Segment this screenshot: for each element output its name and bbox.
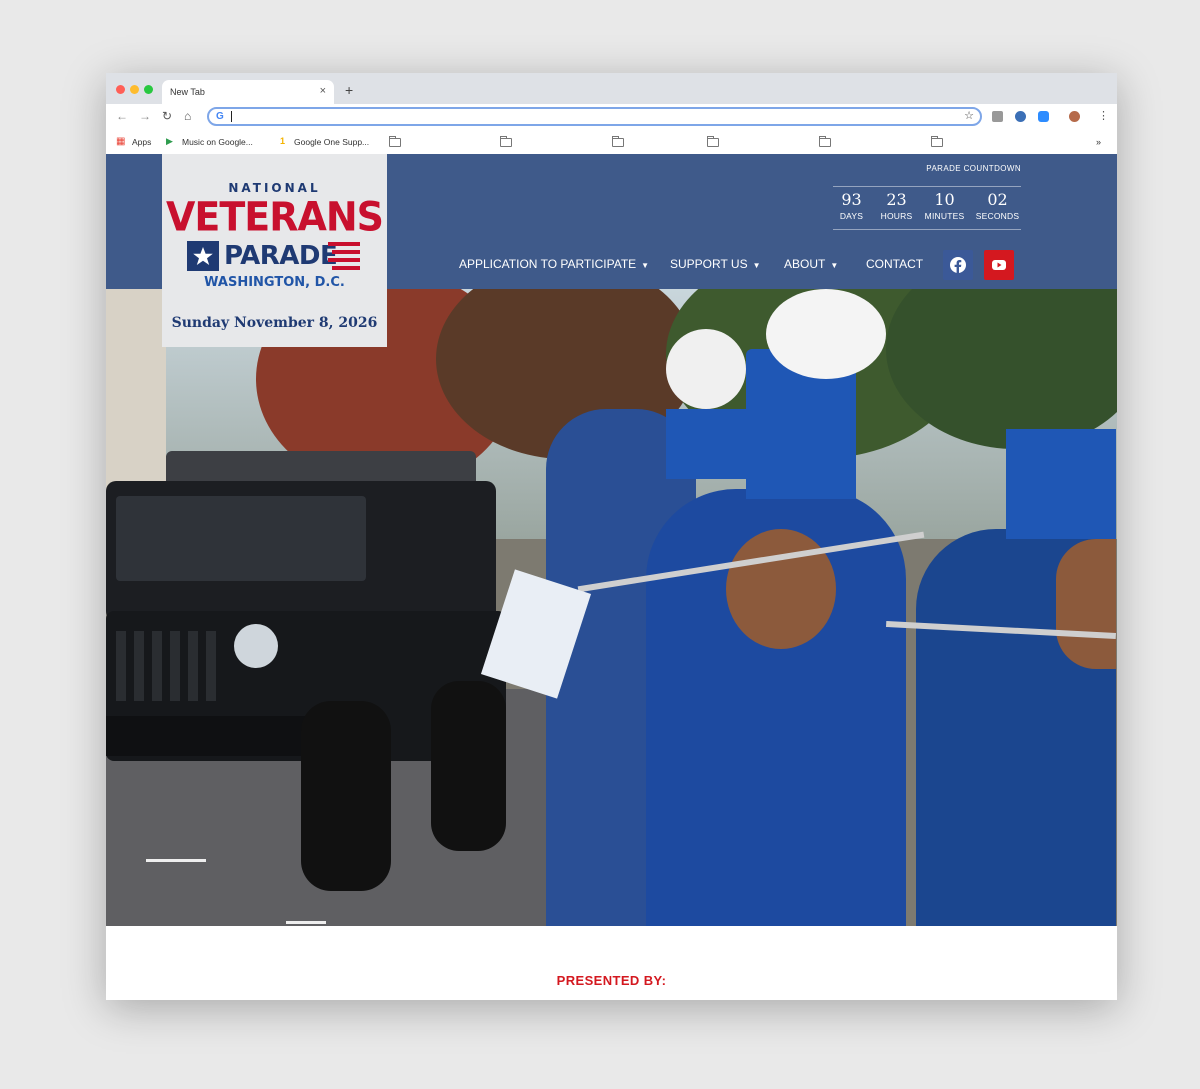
nav-contact[interactable]: CONTACT (866, 257, 923, 271)
caret-down-icon: ▼ (752, 261, 761, 270)
browser-window: New Tab × + ← → ↻ ⌂ G ☆ ⋮ ▦ Apps ▶ Music… (106, 73, 1117, 1000)
countdown-days: 93 DAYS (828, 187, 875, 221)
google-icon: G (216, 111, 224, 122)
bookmark-folder-icon[interactable] (931, 136, 943, 147)
browser-toolbar: ← → ↻ ⌂ G ☆ ⋮ (106, 104, 1117, 131)
logo-parade: PARADE (224, 241, 338, 271)
bookmark-folder-icon[interactable] (389, 136, 401, 147)
nav-application-to-participate[interactable]: APPLICATION TO PARTICIPATE ▼ (459, 257, 649, 271)
nav-about[interactable]: ABOUT ▼ (784, 257, 838, 271)
nav-label: CONTACT (866, 257, 924, 271)
google-one-icon: 1 (280, 136, 286, 146)
profile-avatar[interactable] (1069, 111, 1080, 122)
shako-hat (1006, 429, 1116, 539)
bookmark-star-icon[interactable]: ☆ (964, 109, 974, 122)
logo-veterans: VETERANS (165, 193, 384, 241)
back-icon[interactable]: ← (116, 109, 128, 123)
play-music-icon: ▶ (166, 136, 173, 146)
logo-location: WASHINGTON, D.C. (204, 275, 345, 290)
youtube-icon[interactable] (984, 250, 1014, 280)
caret-down-icon: ▼ (641, 261, 650, 270)
caret-down-icon: ▼ (830, 261, 839, 270)
menu-kebab-icon[interactable]: ⋮ (1098, 109, 1109, 122)
nav-label: ABOUT (784, 257, 826, 271)
bookmark-folder-icon[interactable] (500, 136, 512, 147)
close-window-button[interactable] (116, 85, 125, 94)
countdown-title: PARADE COUNTDOWN (926, 164, 1021, 173)
countdown-minutes: 10 MINUTES (921, 187, 968, 221)
nav-label: APPLICATION TO PARTICIPATE (459, 257, 637, 271)
bookmark-folder-icon[interactable] (819, 136, 831, 147)
countdown-seconds-label: SECONDS (975, 211, 1020, 221)
band-member-face (1056, 539, 1116, 669)
countdown-minutes-label: MINUTES (924, 211, 965, 221)
nav-label: SUPPORT US (670, 257, 748, 271)
minimize-window-button[interactable] (130, 85, 139, 94)
site-logo[interactable]: NATIONAL VETERANS PARADE WASHINGTON, D.C… (162, 154, 387, 347)
bookmark-google-one[interactable]: Google One Supp... (294, 137, 369, 147)
maximize-window-button[interactable] (144, 85, 153, 94)
countdown-days-value: 93 (841, 190, 862, 209)
parade-date: Sunday November 8, 2026 (171, 315, 378, 331)
countdown-seconds: 02 SECONDS (974, 187, 1021, 221)
reload-icon[interactable]: ↻ (162, 109, 172, 123)
facebook-icon[interactable] (943, 250, 973, 280)
bookmark-folder-icon[interactable] (612, 136, 624, 147)
logo-national: NATIONAL (228, 181, 321, 195)
bookmark-music[interactable]: Music on Google... (182, 137, 253, 147)
camera-extension-icon[interactable] (992, 111, 1003, 122)
countdown-seconds-value: 02 (987, 190, 1008, 209)
address-bar[interactable]: G ☆ (207, 107, 982, 126)
shako-hat (666, 409, 746, 479)
star-icon (187, 241, 219, 271)
countdown-hours: 23 HOURS (873, 187, 920, 221)
tab-strip: New Tab × + (106, 73, 1117, 104)
presented-by-heading: PRESENTED BY: (556, 973, 667, 988)
white-plume (766, 289, 886, 379)
close-tab-icon[interactable]: × (320, 85, 326, 97)
jeep-vehicle (106, 451, 506, 891)
parade-countdown: 93 DAYS 23 HOURS 10 MINUTES 02 SECONDS (833, 186, 1021, 230)
countdown-hours-label: HOURS (880, 211, 913, 221)
bookmarks-overflow-icon[interactable]: » (1096, 137, 1101, 147)
hero-photo (106, 289, 1117, 926)
countdown-days-label: DAYS (839, 211, 864, 221)
forward-icon[interactable]: → (139, 109, 151, 123)
website: PARADE COUNTDOWN 93 DAYS 23 HOURS 10 MIN… (106, 154, 1117, 1000)
countdown-hours-value: 23 (886, 190, 907, 209)
text-caret (231, 111, 232, 122)
countdown-minutes-value: 10 (934, 190, 955, 209)
tab-title: New Tab (170, 87, 205, 97)
nav-support-us[interactable]: SUPPORT US ▼ (670, 257, 761, 271)
apps-grid-icon: ▦ (116, 136, 126, 147)
extension-globe-icon[interactable] (1015, 111, 1026, 122)
zoom-extension-icon[interactable] (1038, 111, 1049, 122)
stripes-icon (328, 242, 360, 270)
bookmark-apps[interactable]: Apps (132, 137, 151, 147)
new-tab-button[interactable]: + (345, 82, 353, 98)
home-icon[interactable]: ⌂ (184, 109, 191, 123)
white-plume (666, 329, 746, 409)
tab-new-tab[interactable]: New Tab × (162, 80, 334, 104)
bookmark-folder-icon[interactable] (707, 136, 719, 147)
lane-marking (286, 921, 326, 924)
bookmarks-bar: ▦ Apps ▶ Music on Google... 1 Google One… (106, 131, 1117, 155)
